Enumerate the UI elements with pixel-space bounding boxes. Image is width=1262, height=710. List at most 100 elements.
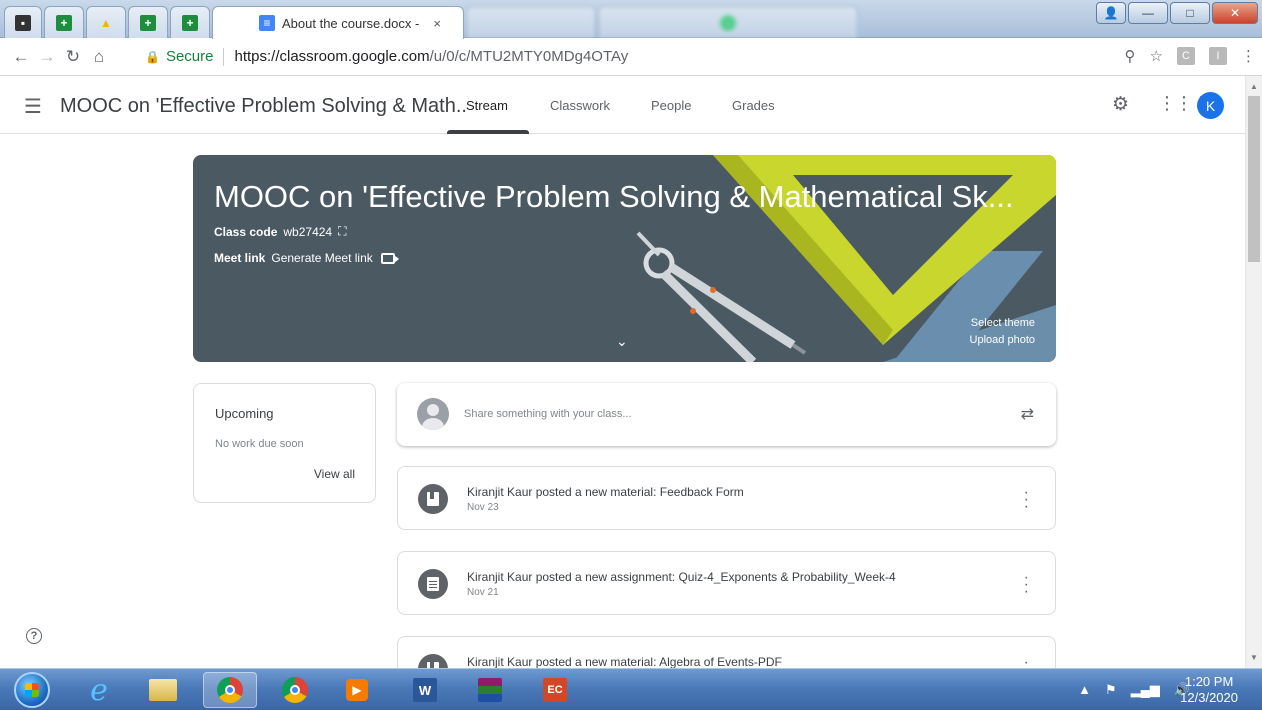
divider [223, 47, 225, 66]
chrome-taskbar-active-icon[interactable] [203, 672, 257, 708]
profile-icon[interactable]: 👤 [1096, 2, 1126, 24]
scroll-thumb[interactable] [1248, 96, 1260, 262]
window-controls: 👤 — □ ✕ [1096, 2, 1258, 24]
help-icon[interactable]: ? [26, 628, 42, 644]
zoom-icon[interactable]: ⚲ [1125, 47, 1136, 65]
browser-tab-blurred-1[interactable] [466, 6, 596, 38]
tab-grades[interactable]: Grades [732, 98, 775, 113]
classroom-header: ☰ MOOC on 'Effective Problem Solving & M… [0, 76, 1245, 134]
browser-tab-sheets-1[interactable]: + [44, 6, 84, 38]
lock-icon: 🔒 [145, 49, 160, 64]
class-code-label: Class code [214, 224, 278, 239]
repost-icon[interactable]: ⇄ [1021, 404, 1034, 424]
stream-post[interactable]: Kiranjit Kaur posted a new material: Fee… [397, 466, 1056, 530]
more-options-icon[interactable]: · [1024, 655, 1029, 669]
more-options-icon[interactable]: · · · [1024, 570, 1029, 600]
post-date: Nov 21 [467, 587, 499, 598]
more-options-icon[interactable]: · · · [1024, 485, 1029, 515]
generate-meet-link[interactable]: Generate Meet link [271, 251, 372, 265]
extension-c-icon[interactable]: C [1177, 47, 1195, 65]
reload-icon[interactable]: ↻ [60, 47, 86, 67]
start-button-icon[interactable] [14, 672, 50, 708]
show-hidden-icons-icon[interactable]: ▲ [1078, 682, 1091, 698]
tab-stream[interactable]: Stream [466, 98, 508, 113]
upcoming-subtitle: No work due soon [215, 438, 304, 450]
media-player-icon[interactable]: ▶ [330, 672, 384, 708]
upcoming-card: Upcoming No work due soon View all [193, 383, 376, 503]
docs-icon: ≡ [259, 15, 275, 31]
browser-tab-sheets-2[interactable]: + [128, 6, 168, 38]
back-icon[interactable]: ← [8, 47, 34, 67]
whatsapp-icon [720, 14, 736, 31]
url-host: https://classroom.google.com [234, 48, 430, 65]
stream-post[interactable]: Kiranjit Kaur posted a new material: Alg… [397, 636, 1056, 668]
tab-people[interactable]: People [651, 98, 691, 113]
upcoming-title: Upcoming [215, 406, 274, 421]
office-app-icon[interactable]: EC [528, 672, 582, 708]
share-input[interactable]: Share something with your class... [464, 408, 632, 420]
browser-tab-classroom[interactable]: ▪ [4, 6, 42, 38]
scroll-up-icon[interactable]: ▲ [1250, 82, 1258, 91]
post-title[interactable]: Kiranjit Kaur posted a new assignment: Q… [467, 570, 896, 584]
post-title[interactable]: Kiranjit Kaur posted a new material: Fee… [467, 485, 744, 499]
assignment-icon [418, 569, 448, 599]
bookmark-star-icon[interactable]: ☆ [1150, 47, 1163, 65]
class-code-row: Class code wb27424 ⛶ [214, 224, 347, 239]
tab-title: About the course.docx - [282, 15, 420, 31]
url-path: /u/0/c/MTU2MTY0MDg4OTAy [429, 48, 629, 65]
tab-classwork[interactable]: Classwork [550, 98, 610, 113]
forward-icon[interactable]: → [34, 47, 60, 67]
extension-i-icon[interactable]: I [1209, 47, 1227, 65]
winrar-icon[interactable] [463, 672, 517, 708]
drive-icon: ▲ [100, 15, 112, 30]
avatar[interactable]: K [1197, 92, 1224, 119]
file-explorer-icon[interactable] [136, 672, 190, 708]
hamburger-menu-icon[interactable]: ☰ [24, 94, 42, 119]
toolbar-right: ⚲ ☆ C I ⋮ [1125, 47, 1256, 65]
browser-tab-docs-active[interactable]: ≡ About the course.docx - × [212, 6, 464, 39]
secure-label: Secure [165, 48, 214, 65]
browser-tab-whatsapp[interactable] [598, 6, 858, 38]
classroom-icon: ▪ [15, 14, 31, 31]
sheets-icon: + [56, 14, 72, 31]
omnibox[interactable]: 🔒 Secure https://classroom.google.com/u/… [145, 43, 1145, 70]
share-box[interactable]: Share something with your class... ⇄ [397, 383, 1056, 446]
sheets-icon: + [182, 14, 198, 31]
active-tab-indicator [447, 130, 529, 134]
select-theme-link[interactable]: Select theme [971, 317, 1035, 329]
fullscreen-icon[interactable]: ⛶ [338, 224, 346, 239]
browser-tab-strip: ▪ + ▲ + + ≡ About the course.docx - × 👤 … [0, 0, 1262, 39]
upload-photo-link[interactable]: Upload photo [970, 334, 1035, 346]
url-text[interactable]: https://classroom.google.com/u/0/c/MTU2M… [234, 48, 628, 65]
user-avatar-icon [417, 398, 449, 430]
home-icon[interactable]: ⌂ [86, 47, 112, 67]
window-close-icon[interactable]: ✕ [1212, 2, 1258, 24]
post-title[interactable]: Kiranjit Kaur posted a new material: Alg… [467, 655, 782, 668]
page-scrollbar[interactable]: ▲ ▼ [1245, 76, 1262, 668]
gear-icon[interactable]: ⚙ [1112, 93, 1129, 116]
material-icon [418, 484, 448, 514]
clock-time: 1:20 PM [1184, 674, 1234, 689]
close-icon[interactable]: × [433, 16, 441, 31]
browser-tab-sheets-3[interactable]: + [170, 6, 210, 38]
browser-tab-drive[interactable]: ▲ [86, 6, 126, 38]
view-all-button[interactable]: View all [314, 467, 355, 481]
stream-post[interactable]: Kiranjit Kaur posted a new assignment: Q… [397, 551, 1056, 615]
course-title[interactable]: MOOC on 'Effective Problem Solving & Mat… [60, 95, 467, 118]
banner-title: MOOC on 'Effective Problem Solving & Mat… [214, 179, 1014, 214]
maximize-icon[interactable]: □ [1170, 2, 1210, 24]
network-icon[interactable]: ▂▄▆ [1131, 682, 1160, 698]
video-camera-icon[interactable] [380, 252, 399, 264]
system-clock[interactable]: 1:20 PM 12/3/2020 [1180, 674, 1238, 706]
word-icon[interactable]: W [398, 672, 452, 708]
meet-link-label: Meet link [214, 251, 266, 265]
action-center-icon[interactable]: ⚑ [1105, 682, 1117, 698]
material-icon [418, 654, 448, 668]
scroll-down-icon[interactable]: ▼ [1250, 653, 1258, 662]
post-date: Nov 23 [467, 502, 499, 513]
browser-menu-icon[interactable]: ⋮ [1241, 47, 1256, 65]
internet-explorer-icon[interactable]: e [72, 672, 126, 708]
chevron-down-icon[interactable]: ⌄ [616, 333, 628, 350]
minimize-icon[interactable]: — [1128, 2, 1168, 24]
chrome-icon[interactable] [268, 672, 322, 708]
